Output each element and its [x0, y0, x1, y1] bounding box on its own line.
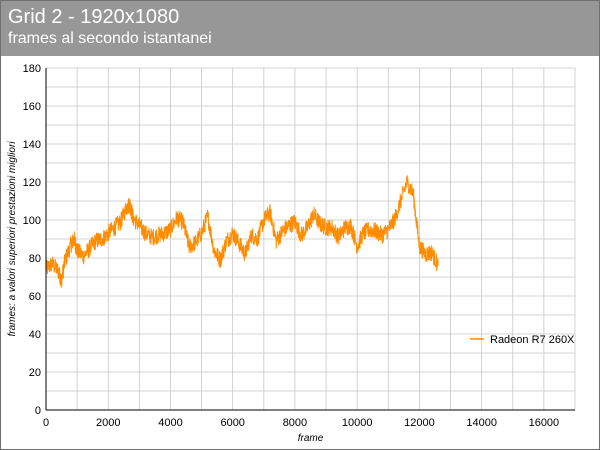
y-tick-label: 40	[29, 329, 41, 341]
y-tick-label: 180	[23, 63, 41, 75]
legend-label: Radeon R7 260X	[490, 334, 575, 346]
x-tick-label: 16000	[529, 417, 560, 429]
x-tick-label: 0	[43, 417, 49, 429]
y-tick-label: 20	[29, 367, 41, 379]
x-tick-label: 12000	[404, 417, 435, 429]
x-tick-label: 10000	[342, 417, 373, 429]
chart-grid	[45, 67, 576, 411]
chart-frame: Grid 2 - 1920x1080 frames al secondo ist…	[0, 0, 600, 450]
x-tick-label: 4000	[158, 417, 182, 429]
x-tick-label: 8000	[283, 417, 307, 429]
y-tick-label: 60	[29, 291, 41, 303]
y-axis-label: frames: a valori superiori prestazioni m…	[7, 141, 18, 337]
y-tick-label: 0	[35, 405, 41, 417]
y-tick-label: 80	[29, 253, 41, 265]
x-axis-label: frame	[298, 433, 324, 444]
x-tick-label: 14000	[466, 417, 497, 429]
y-tick-label: 160	[23, 101, 41, 113]
y-tick-label: 120	[23, 177, 41, 189]
x-tick-label: 6000	[220, 417, 244, 429]
y-tick-label: 100	[23, 215, 41, 227]
y-tick-label: 140	[23, 139, 41, 151]
line-chart: 0 20 40 60 80 100 120 140 160 180 0 2000 4000 6000 800…	[7, 63, 576, 444]
x-tick-label: 2000	[96, 417, 120, 429]
